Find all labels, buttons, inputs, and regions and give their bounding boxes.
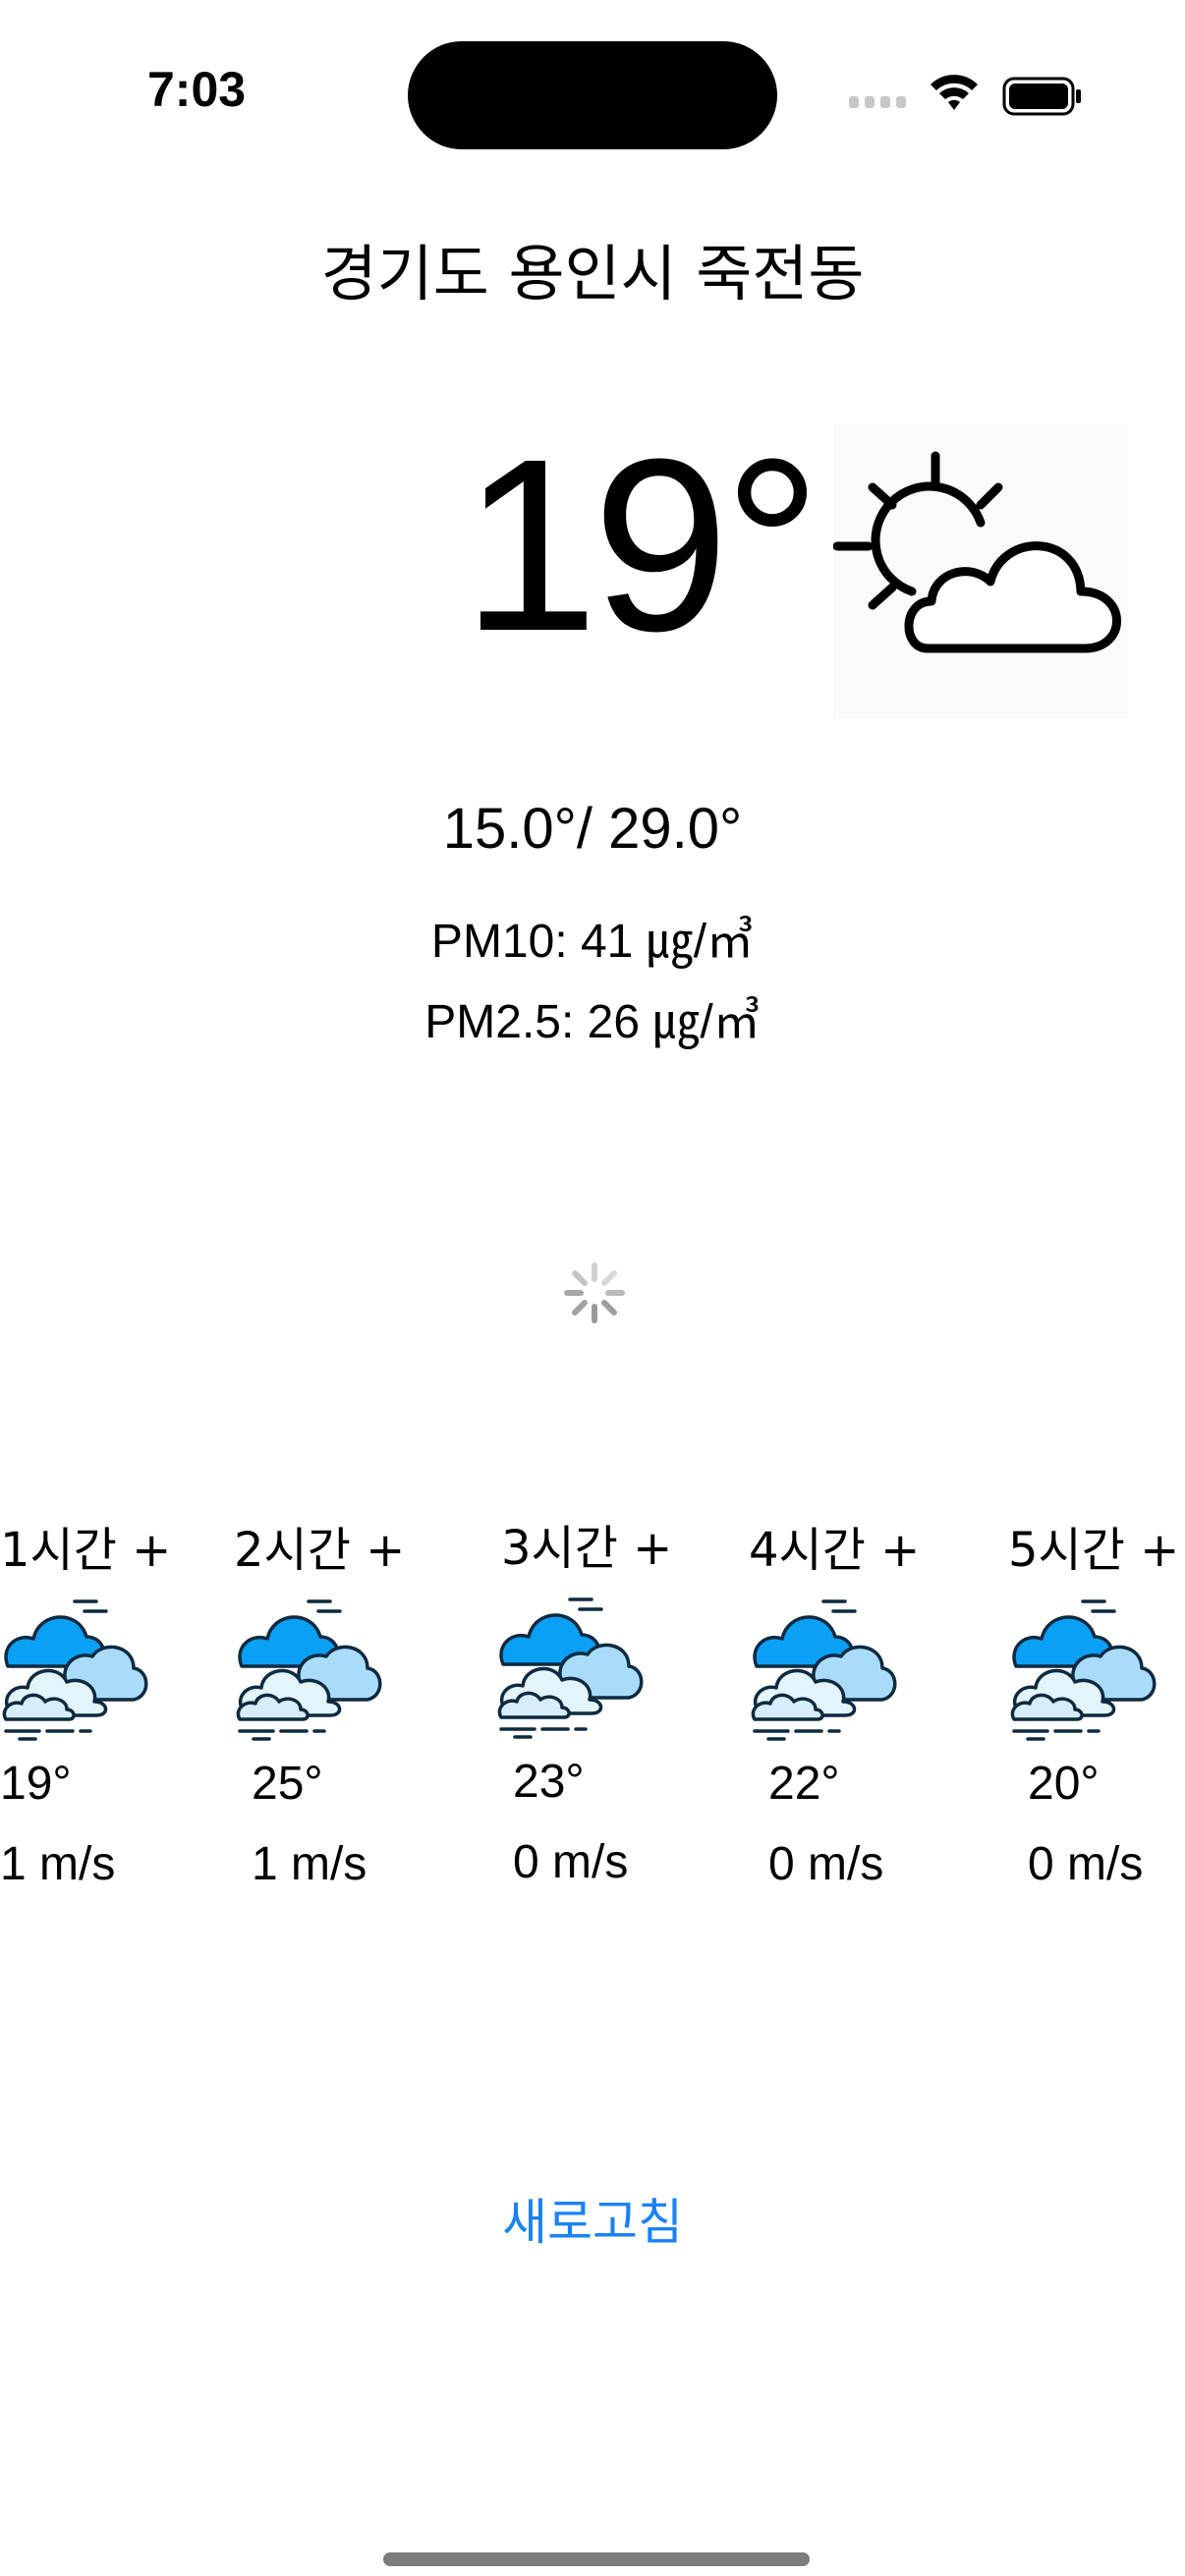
min-max-temperature: 15.0°/ 29.0° (442, 797, 743, 861)
hour-wind-speed: 0 m/s (768, 1838, 884, 1890)
pm10-reading: PM10: 41 ㎍/㎥ (430, 916, 755, 968)
hour-temperature: 23° (513, 1756, 585, 1808)
cloudy-icon (495, 1588, 649, 1741)
cellular-signal-icon (849, 96, 906, 108)
battery-icon (1002, 77, 1081, 116)
wifi-icon (931, 75, 978, 110)
home-indicator[interactable] (383, 2552, 810, 2566)
cloudy-icon (749, 1590, 902, 1743)
status-bar-time: 7:03 (147, 62, 247, 117)
cloudy-icon (1008, 1590, 1161, 1743)
refresh-button[interactable]: 새로고침 (0, 2183, 1185, 2254)
activity-spinner-icon (564, 1262, 625, 1323)
cloudy-icon (234, 1590, 387, 1743)
hour-wind-speed: 0 m/s (1028, 1838, 1144, 1890)
hour-wind-speed: 0 m/s (513, 1836, 629, 1888)
hour-label: 2시간 + (234, 1523, 406, 1578)
cloudy-icon (0, 1590, 153, 1743)
current-temperature: 19° (462, 408, 821, 682)
hour-wind-speed: 1 m/s (0, 1838, 116, 1890)
hour-label: 1시간 + (0, 1523, 172, 1578)
hour-temperature: 20° (1028, 1758, 1100, 1810)
location-title: 경기도 용인시 죽전동 (320, 238, 865, 309)
hour-temperature: 19° (0, 1758, 72, 1810)
pm25-reading: PM2.5: 26 ㎍/㎥ (424, 996, 761, 1048)
hour-temperature: 22° (768, 1758, 840, 1810)
dynamic-island (408, 41, 777, 149)
hour-label: 4시간 + (749, 1523, 921, 1578)
hour-label: 3시간 + (501, 1521, 673, 1576)
hour-temperature: 25° (252, 1758, 323, 1810)
hour-label: 5시간 + (1008, 1523, 1180, 1578)
hour-wind-speed: 1 m/s (252, 1838, 367, 1890)
partly-cloudy-sun-icon (833, 424, 1128, 719)
